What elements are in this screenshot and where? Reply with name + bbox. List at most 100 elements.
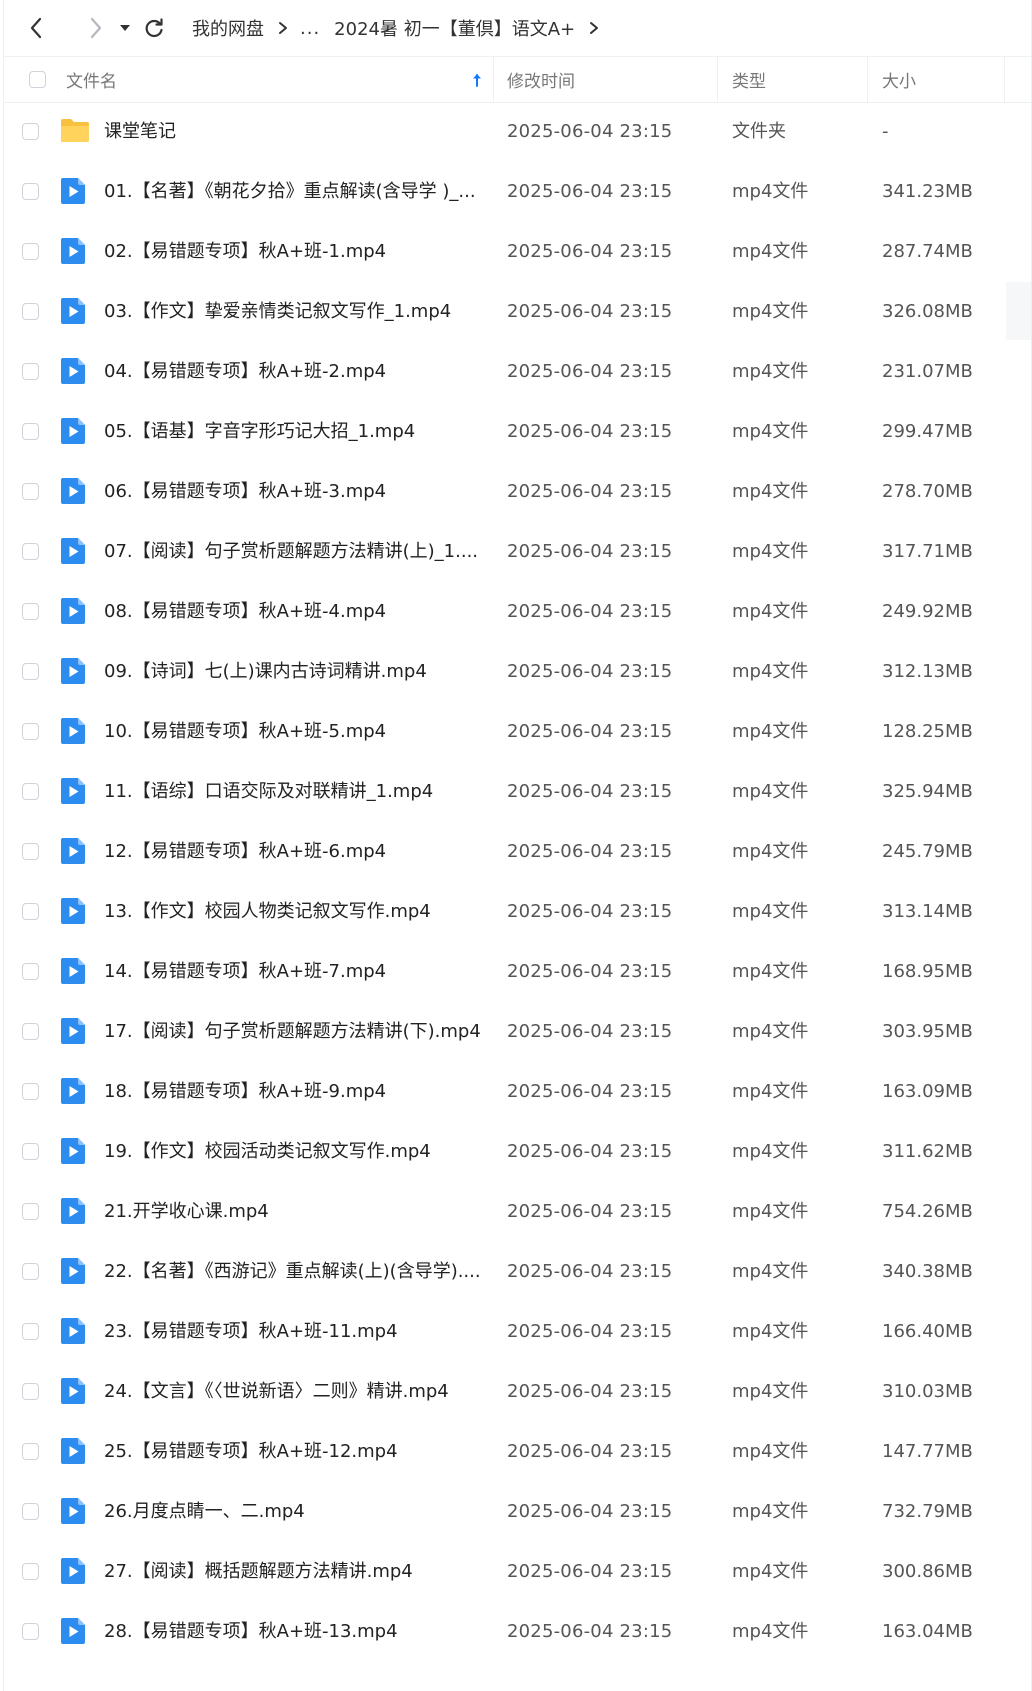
row-checkbox[interactable]: [22, 543, 39, 560]
file-row[interactable]: 01.【名著】《朝花夕拾》重点解读(含导学 )_... 2025-06-04 23…: [4, 162, 1031, 222]
file-row[interactable]: 26.月度点睛一、二.mp4 2025-06-04 23:15 mp4文件 732.7…: [4, 1482, 1031, 1542]
row-checkbox[interactable]: [22, 483, 39, 500]
file-name[interactable]: 18.【易错题专项】秋A+班-9.mp4: [104, 1062, 386, 1122]
file-name[interactable]: 03.【作文】挚爱亲情类记叙文写作_1.mp4: [104, 282, 451, 342]
file-name[interactable]: 07.【阅读】句子赏析题解题方法精讲(上)_1....: [104, 522, 478, 582]
row-checkbox[interactable]: [22, 1503, 39, 1520]
file-name[interactable]: 23.【易错题专项】秋A+班-11.mp4: [104, 1302, 398, 1362]
row-checkbox[interactable]: [22, 1443, 39, 1460]
file-name[interactable]: 24.【文言】《〈世说新语〉二则》精讲.mp4: [104, 1362, 449, 1422]
row-checkbox[interactable]: [22, 903, 39, 920]
row-checkbox[interactable]: [22, 1023, 39, 1040]
file-row[interactable]: 03.【作文】挚爱亲情类记叙文写作_1.mp4 2025-06-04 23:15 m…: [4, 282, 1031, 342]
row-checkbox[interactable]: [22, 243, 39, 260]
column-header-name[interactable]: 文件名: [66, 57, 117, 102]
history-dropdown-button[interactable]: [118, 16, 132, 40]
file-row[interactable]: 04.【易错题专项】秋A+班-2.mp4 2025-06-04 23:15 mp4文…: [4, 342, 1031, 402]
file-name[interactable]: 04.【易错题专项】秋A+班-2.mp4: [104, 342, 386, 402]
file-row[interactable]: 11.【语综】口语交际及对联精讲_1.mp4 2025-06-04 23:15 mp…: [4, 762, 1031, 822]
column-header-size[interactable]: 大小: [882, 57, 916, 102]
file-name[interactable]: 27.【阅读】概括题解题方法精讲.mp4: [104, 1542, 413, 1602]
row-checkbox[interactable]: [22, 183, 39, 200]
row-checkbox[interactable]: [22, 1323, 39, 1340]
file-name[interactable]: 10.【易错题专项】秋A+班-5.mp4: [104, 702, 386, 762]
row-checkbox[interactable]: [22, 1203, 39, 1220]
column-header-modified[interactable]: 修改时间: [507, 57, 575, 102]
row-checkbox[interactable]: [22, 1143, 39, 1160]
column-divider[interactable]: [867, 57, 868, 102]
file-name[interactable]: 12.【易错题专项】秋A+班-6.mp4: [104, 822, 386, 882]
row-checkbox[interactable]: [22, 663, 39, 680]
row-checkbox[interactable]: [22, 303, 39, 320]
file-row[interactable]: 13.【作文】校园人物类记叙文写作.mp4 2025-06-04 23:15 mp4…: [4, 882, 1031, 942]
file-name[interactable]: 08.【易错题专项】秋A+班-4.mp4: [104, 582, 386, 642]
row-checkbox[interactable]: [22, 1263, 39, 1280]
file-name[interactable]: 13.【作文】校园人物类记叙文写作.mp4: [104, 882, 431, 942]
file-name[interactable]: 19.【作文】校园活动类记叙文写作.mp4: [104, 1122, 431, 1182]
row-checkbox[interactable]: [22, 1563, 39, 1580]
row-checkbox[interactable]: [22, 123, 39, 140]
folder-row[interactable]: 课堂笔记 2025-06-04 23:15 文件夹 -: [4, 102, 1031, 162]
file-name[interactable]: 28.【易错题专项】秋A+班-13.mp4: [104, 1602, 398, 1662]
file-name[interactable]: 22.【名著】《西游记》重点解读(上)(含导学)....: [104, 1242, 481, 1302]
breadcrumb-root[interactable]: 我的网盘: [192, 15, 264, 41]
file-name[interactable]: 课堂笔记: [104, 102, 176, 162]
file-name[interactable]: 21.开学收心课.mp4: [104, 1182, 269, 1242]
file-row[interactable]: 17.【阅读】句子赏析题解题方法精讲(下).mp4 2025-06-04 23:1…: [4, 1002, 1031, 1062]
row-checkbox[interactable]: [22, 723, 39, 740]
file-row[interactable]: 18.【易错题专项】秋A+班-9.mp4 2025-06-04 23:15 mp4文…: [4, 1062, 1031, 1122]
file-row[interactable]: 27.【阅读】概括题解题方法精讲.mp4 2025-06-04 23:15 mp4文…: [4, 1542, 1031, 1602]
file-row[interactable]: 12.【易错题专项】秋A+班-6.mp4 2025-06-04 23:15 mp4文…: [4, 822, 1031, 882]
file-row[interactable]: 19.【作文】校园活动类记叙文写作.mp4 2025-06-04 23:15 mp4…: [4, 1122, 1031, 1182]
file-row[interactable]: 02.【易错题专项】秋A+班-1.mp4 2025-06-04 23:15 mp4文…: [4, 222, 1031, 282]
column-divider[interactable]: [1004, 57, 1005, 102]
file-row[interactable]: 05.【语基】字音字形巧记大招_1.mp4 2025-06-04 23:15 mp4…: [4, 402, 1031, 462]
file-row[interactable]: 09.【诗词】七(上)课内古诗词精讲.mp4 2025-06-04 23:15 mp…: [4, 642, 1031, 702]
file-row[interactable]: 14.【易错题专项】秋A+班-7.mp4 2025-06-04 23:15 mp4文…: [4, 942, 1031, 1002]
refresh-button[interactable]: [142, 16, 166, 40]
file-name[interactable]: 01.【名著】《朝花夕拾》重点解读(含导学 )_...: [104, 162, 476, 222]
row-checkbox[interactable]: [22, 843, 39, 860]
file-name[interactable]: 06.【易错题专项】秋A+班-3.mp4: [104, 462, 386, 522]
file-name[interactable]: 25.【易错题专项】秋A+班-12.mp4: [104, 1422, 398, 1482]
file-row[interactable]: 07.【阅读】句子赏析题解题方法精讲(上)_1.... 2025-06-04 23…: [4, 522, 1031, 582]
file-type: mp4文件: [732, 961, 809, 982]
file-name[interactable]: 09.【诗词】七(上)课内古诗词精讲.mp4: [104, 642, 427, 702]
file-row[interactable]: 25.【易错题专项】秋A+班-12.mp4 2025-06-04 23:15 mp4…: [4, 1422, 1031, 1482]
forward-button[interactable]: [84, 16, 108, 40]
file-name[interactable]: 02.【易错题专项】秋A+班-1.mp4: [104, 222, 386, 282]
file-name[interactable]: 26.月度点睛一、二.mp4: [104, 1482, 305, 1542]
file-row[interactable]: 06.【易错题专项】秋A+班-3.mp4 2025-06-04 23:15 mp4文…: [4, 462, 1031, 522]
arrow-up-icon: [473, 73, 481, 87]
scrollbar-track[interactable]: [1006, 282, 1031, 340]
row-checkbox[interactable]: [22, 1083, 39, 1100]
video-file-icon: [60, 777, 88, 809]
file-row[interactable]: 24.【文言】《〈世说新语〉二则》精讲.mp4 2025-06-04 23:15 m…: [4, 1362, 1031, 1422]
row-checkbox[interactable]: [22, 603, 39, 620]
column-header-type[interactable]: 类型: [732, 57, 766, 102]
column-divider[interactable]: [717, 57, 718, 102]
file-name[interactable]: 14.【易错题专项】秋A+班-7.mp4: [104, 942, 386, 1002]
sort-ascending-icon[interactable]: [471, 57, 483, 102]
select-all-checkbox[interactable]: [29, 71, 46, 88]
file-row[interactable]: 28.【易错题专项】秋A+班-13.mp4 2025-06-04 23:15 mp4…: [4, 1602, 1031, 1662]
row-checkbox[interactable]: [22, 423, 39, 440]
file-name[interactable]: 05.【语基】字音字形巧记大招_1.mp4: [104, 402, 415, 462]
column-divider[interactable]: [493, 57, 494, 102]
file-row[interactable]: 22.【名著】《西游记》重点解读(上)(含导学).... 2025-06-04 2…: [4, 1242, 1031, 1302]
back-button[interactable]: [24, 16, 48, 40]
breadcrumb-ellipsis[interactable]: ...: [300, 18, 320, 39]
row-checkbox[interactable]: [22, 1623, 39, 1640]
row-checkbox[interactable]: [22, 783, 39, 800]
file-row[interactable]: 21.开学收心课.mp4 2025-06-04 23:15 mp4文件 754.26M…: [4, 1182, 1031, 1242]
row-checkbox[interactable]: [22, 1383, 39, 1400]
row-checkbox[interactable]: [22, 963, 39, 980]
file-row[interactable]: 10.【易错题专项】秋A+班-5.mp4 2025-06-04 23:15 mp4文…: [4, 702, 1031, 762]
file-name[interactable]: 17.【阅读】句子赏析题解题方法精讲(下).mp4: [104, 1002, 481, 1062]
breadcrumb-current[interactable]: 2024暑 初一【董倶】语文A+: [334, 15, 575, 41]
file-name[interactable]: 11.【语综】口语交际及对联精讲_1.mp4: [104, 762, 433, 822]
file-row[interactable]: 08.【易错题专项】秋A+班-4.mp4 2025-06-04 23:15 mp4文…: [4, 582, 1031, 642]
video-file-icon: [60, 537, 88, 569]
file-row[interactable]: 23.【易错题专项】秋A+班-11.mp4 2025-06-04 23:15 mp4…: [4, 1302, 1031, 1362]
row-checkbox[interactable]: [22, 363, 39, 380]
